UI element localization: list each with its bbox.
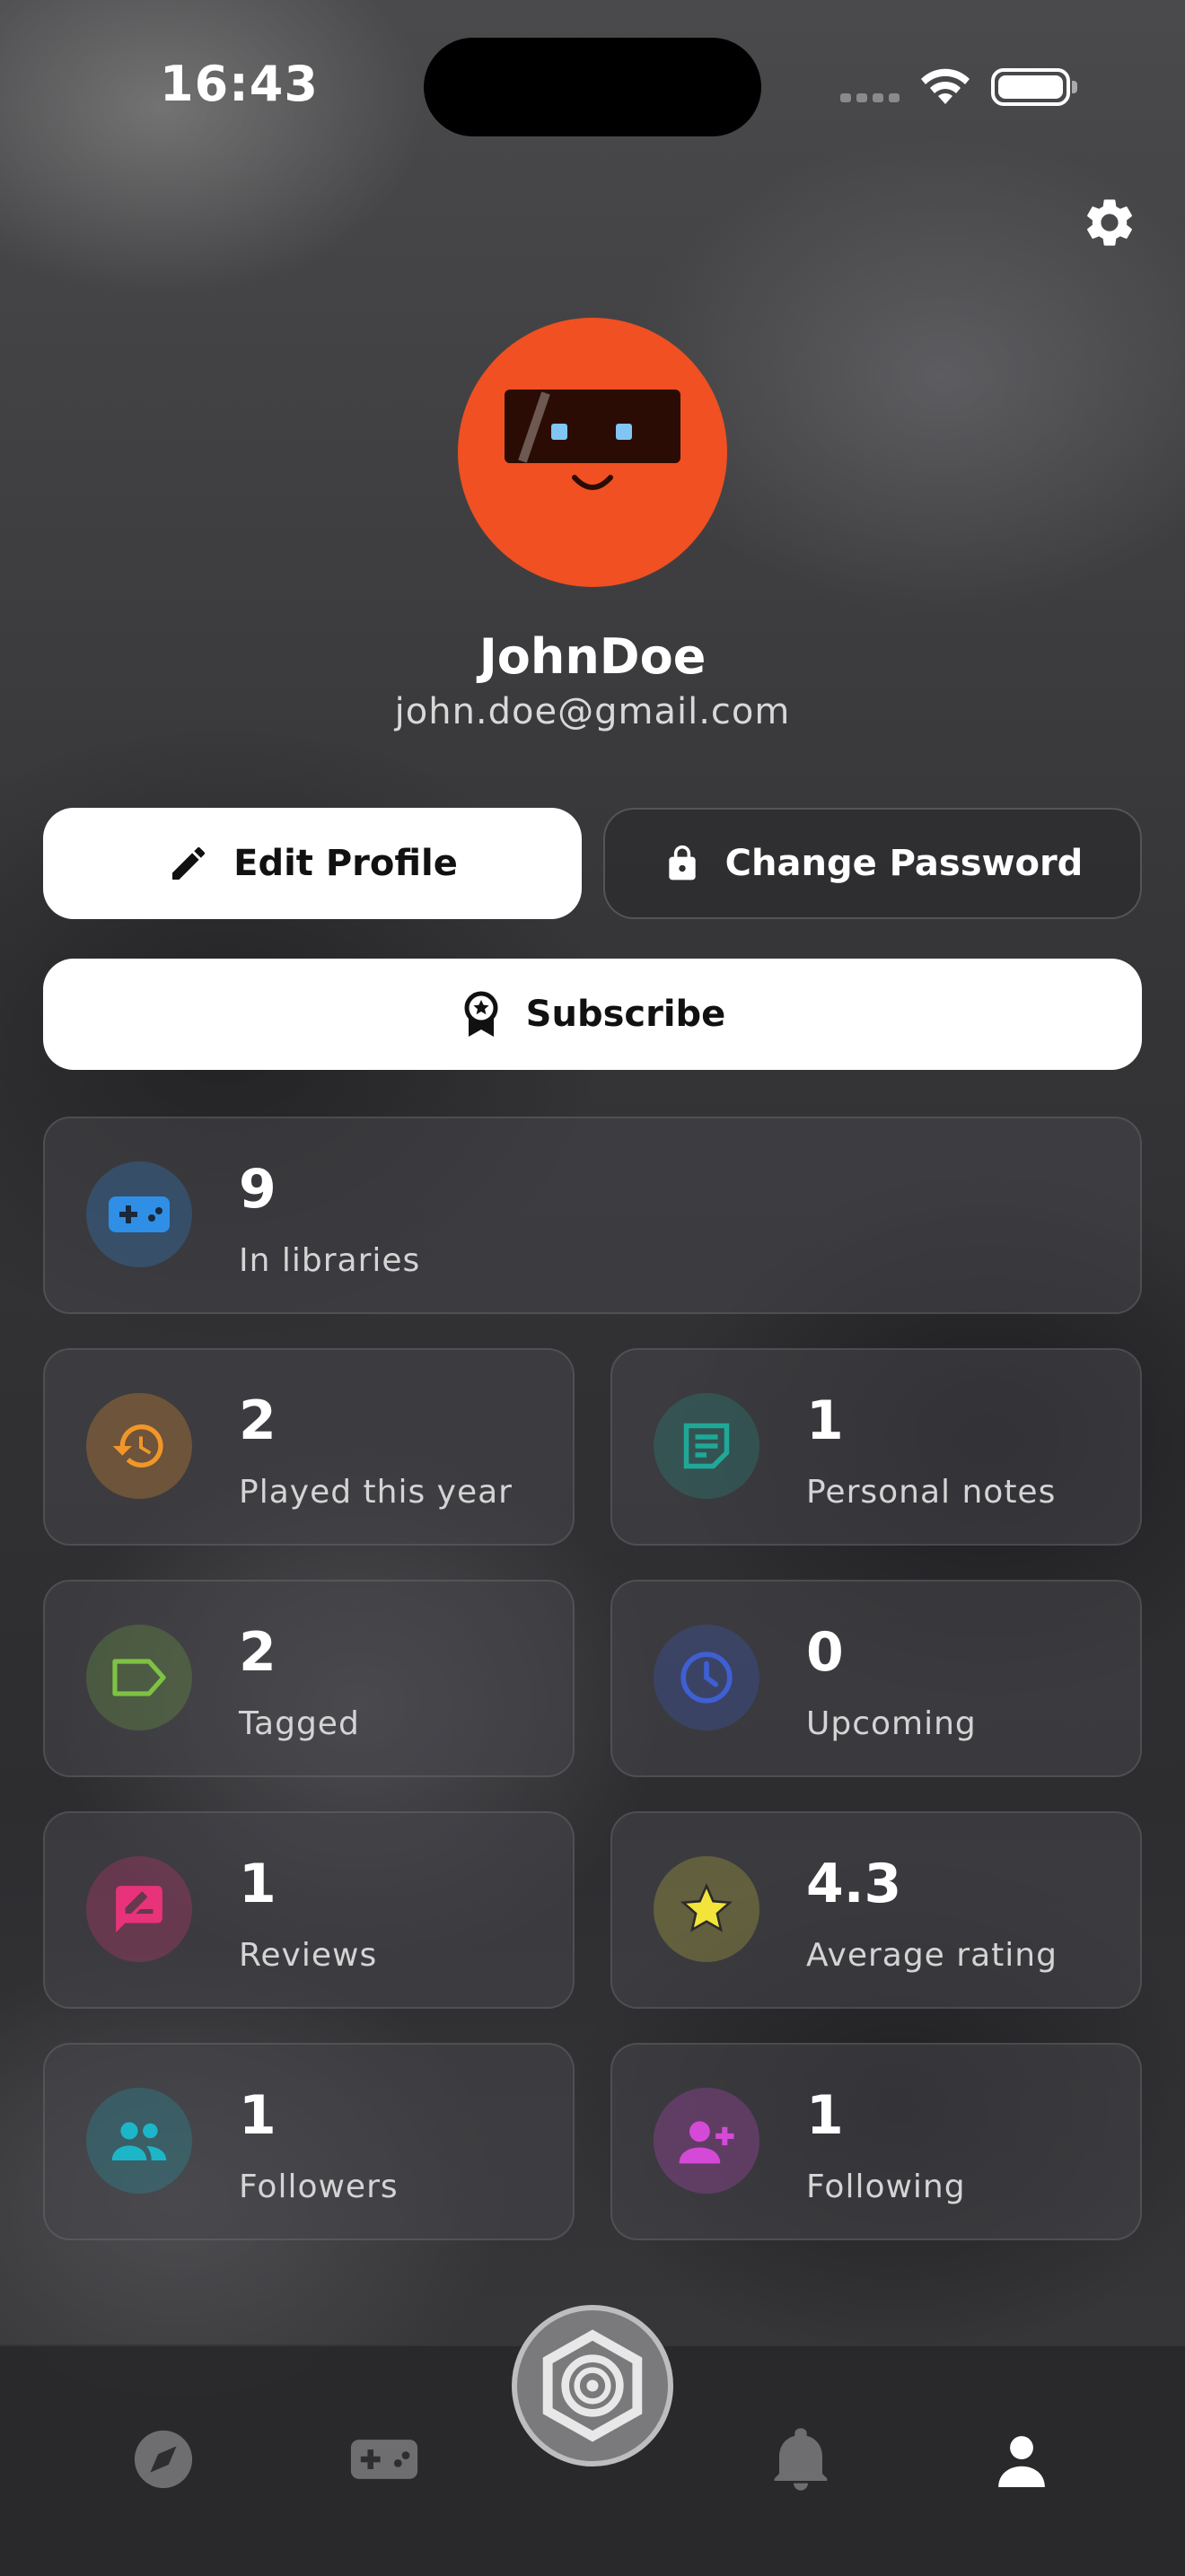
- stat-card-libraries[interactable]: 9 In libraries: [43, 1117, 1142, 1314]
- user-email: john.doe@gmail.com: [394, 691, 791, 732]
- review-icon: [86, 1856, 192, 1962]
- stat-card-reviews[interactable]: 1 Reviews: [43, 1811, 575, 2009]
- stat-label: Followers: [239, 2169, 399, 2205]
- star-icon: [654, 1856, 759, 1962]
- stat-label: Personal notes: [806, 1474, 1057, 1511]
- gear-icon[interactable]: [1081, 194, 1138, 251]
- gamepad-icon: [350, 2440, 418, 2479]
- note-icon: [654, 1393, 759, 1499]
- username: JohnDoe: [478, 628, 707, 685]
- tag-icon: [86, 1625, 192, 1730]
- stat-label: Tagged: [239, 1705, 360, 1742]
- change-password-label: Change Password: [724, 843, 1084, 884]
- home-logo-icon: [542, 2329, 643, 2442]
- cellular-signal-icon: [840, 93, 900, 102]
- award-icon: [464, 991, 498, 1037]
- stat-label: Played this year: [239, 1474, 513, 1511]
- change-password-button[interactable]: Change Password: [603, 808, 1142, 919]
- nav-library[interactable]: [348, 2423, 420, 2495]
- pencil-icon: [172, 846, 206, 880]
- stat-value: 2: [239, 1389, 276, 1452]
- stat-card-played[interactable]: 2 Played this year: [43, 1348, 575, 1546]
- history-icon: [86, 1393, 192, 1499]
- stat-label: Average rating: [806, 1937, 1058, 1974]
- person-add-icon: [654, 2088, 759, 2194]
- edit-profile-button[interactable]: Edit Profile: [43, 808, 582, 919]
- battery-icon: [991, 68, 1077, 106]
- stat-value: 1: [239, 1853, 276, 1915]
- stat-card-followers[interactable]: 1 Followers: [43, 2043, 575, 2240]
- avatar[interactable]: [458, 318, 727, 587]
- stat-card-rating[interactable]: 4.3 Average rating: [610, 1811, 1142, 2009]
- stat-value: 4.3: [806, 1853, 902, 1915]
- stat-value: 9: [239, 1158, 276, 1221]
- subscribe-label: Subscribe: [525, 994, 726, 1035]
- robot-face-icon: [505, 390, 680, 490]
- stat-label: In libraries: [239, 1242, 421, 1279]
- dynamic-island: [424, 38, 761, 136]
- stat-label: Following: [806, 2169, 966, 2205]
- stat-label: Upcoming: [806, 1705, 977, 1742]
- stat-card-following[interactable]: 1 Following: [610, 2043, 1142, 2240]
- bell-icon: [774, 2428, 828, 2491]
- profile-icon: [998, 2436, 1045, 2487]
- stat-card-notes[interactable]: 1 Personal notes: [610, 1348, 1142, 1546]
- compass-icon: [134, 2430, 193, 2489]
- nav-notifications[interactable]: [765, 2423, 837, 2495]
- edit-profile-label: Edit Profile: [233, 843, 458, 884]
- stat-card-upcoming[interactable]: 0 Upcoming: [610, 1580, 1142, 1777]
- status-time: 16:43: [160, 56, 319, 112]
- gamepad-icon: [86, 1161, 192, 1267]
- people-icon: [86, 2088, 192, 2194]
- clock-icon: [654, 1625, 759, 1730]
- stat-value: 1: [239, 2084, 276, 2147]
- lock-icon: [669, 845, 696, 881]
- stat-value: 1: [806, 1389, 844, 1452]
- subscribe-button[interactable]: Subscribe: [43, 959, 1142, 1070]
- stat-card-tagged[interactable]: 2 Tagged: [43, 1580, 575, 1777]
- nav-profile[interactable]: [986, 2423, 1058, 2495]
- stat-value: 0: [806, 1621, 844, 1684]
- wifi-icon: [921, 68, 970, 104]
- stat-label: Reviews: [239, 1937, 378, 1974]
- nav-explore[interactable]: [127, 2423, 199, 2495]
- stat-value: 1: [806, 2084, 844, 2147]
- home-logo-button[interactable]: [512, 2305, 673, 2466]
- stat-value: 2: [239, 1621, 276, 1684]
